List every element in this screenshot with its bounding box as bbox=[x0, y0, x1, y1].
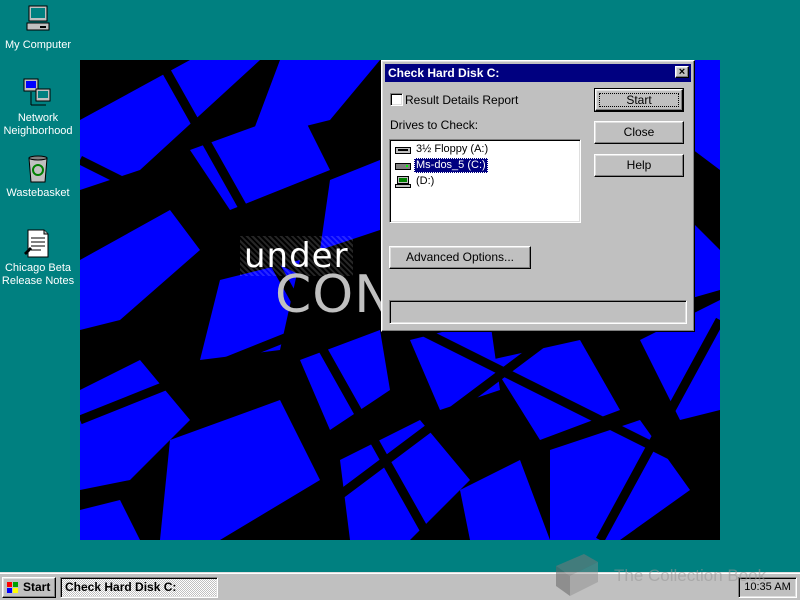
desktop-icon-label: Wastebasket bbox=[6, 187, 70, 199]
start-label: Start bbox=[23, 580, 51, 594]
drive-item-c[interactable]: Ms-dos_5 (C:) bbox=[395, 158, 488, 173]
desktop-icon-wastebasket[interactable]: Wastebasket bbox=[0, 152, 76, 200]
desktop-icon-label: My Computer bbox=[4, 39, 72, 51]
result-details-label: Result Details Report bbox=[405, 93, 519, 107]
close-icon[interactable]: × bbox=[675, 66, 689, 78]
release-notes-icon bbox=[24, 229, 49, 258]
taskbar-item-check-disk[interactable]: Check Hard Disk C: bbox=[60, 577, 218, 598]
drives-to-check-label: Drives to Check: bbox=[390, 118, 479, 132]
advanced-options-button[interactable]: Advanced Options... bbox=[389, 246, 531, 269]
result-details-checkbox[interactable] bbox=[390, 93, 403, 106]
watermark-text: The Collection Book bbox=[614, 566, 767, 585]
drive-item-d[interactable]: (D:) bbox=[395, 174, 436, 189]
desktop-icon-my-computer[interactable]: My Computer bbox=[0, 4, 76, 52]
dialog-titlebar[interactable]: Check Hard Disk C: × bbox=[385, 64, 691, 82]
windows-logo-icon bbox=[7, 582, 18, 593]
floppy-drive-icon bbox=[395, 146, 411, 154]
taskbar-item-label: Check Hard Disk C: bbox=[65, 580, 177, 594]
button-label: Start bbox=[626, 93, 652, 107]
desktop-icon-label: Neighborhood bbox=[3, 125, 73, 137]
start-check-button[interactable]: Start bbox=[594, 88, 684, 112]
desktop-icon-label: Chicago Beta bbox=[4, 262, 72, 274]
drive-label: Ms-dos_5 (C:) bbox=[414, 158, 488, 173]
my-computer-icon bbox=[26, 5, 50, 31]
dialog-title: Check Hard Disk C: bbox=[388, 66, 500, 80]
status-progress-field bbox=[389, 300, 687, 324]
button-label: Advanced Options... bbox=[405, 250, 515, 264]
book-icon bbox=[556, 554, 598, 596]
desktop-icon-label: Release Notes bbox=[1, 275, 75, 287]
watermark: The Collection Book bbox=[548, 552, 788, 600]
hard-disk-icon bbox=[395, 162, 411, 170]
drive-item-floppy[interactable]: 3½ Floppy (A:) bbox=[395, 142, 490, 157]
close-button[interactable]: Close bbox=[594, 121, 684, 144]
desktop-icon-label: Network bbox=[17, 112, 59, 124]
start-button[interactable]: Start bbox=[2, 577, 56, 598]
network-drive-icon bbox=[395, 175, 411, 188]
drive-label: 3½ Floppy (A:) bbox=[416, 143, 489, 155]
drive-label: (D:) bbox=[416, 175, 435, 187]
help-button[interactable]: Help bbox=[594, 154, 684, 177]
desktop-icon-release-notes[interactable]: Chicago Beta Release Notes bbox=[0, 227, 76, 288]
desktop-icon-network-neighborhood[interactable]: Network Neighborhood bbox=[0, 77, 76, 138]
button-label: Help bbox=[626, 158, 652, 172]
button-label: Close bbox=[623, 125, 655, 139]
drives-listbox[interactable]: 3½ Floppy (A:) Ms-dos_5 (C:) (D:) bbox=[389, 139, 581, 223]
network-neighborhood-icon bbox=[23, 78, 51, 106]
wastebasket-icon bbox=[28, 155, 48, 183]
